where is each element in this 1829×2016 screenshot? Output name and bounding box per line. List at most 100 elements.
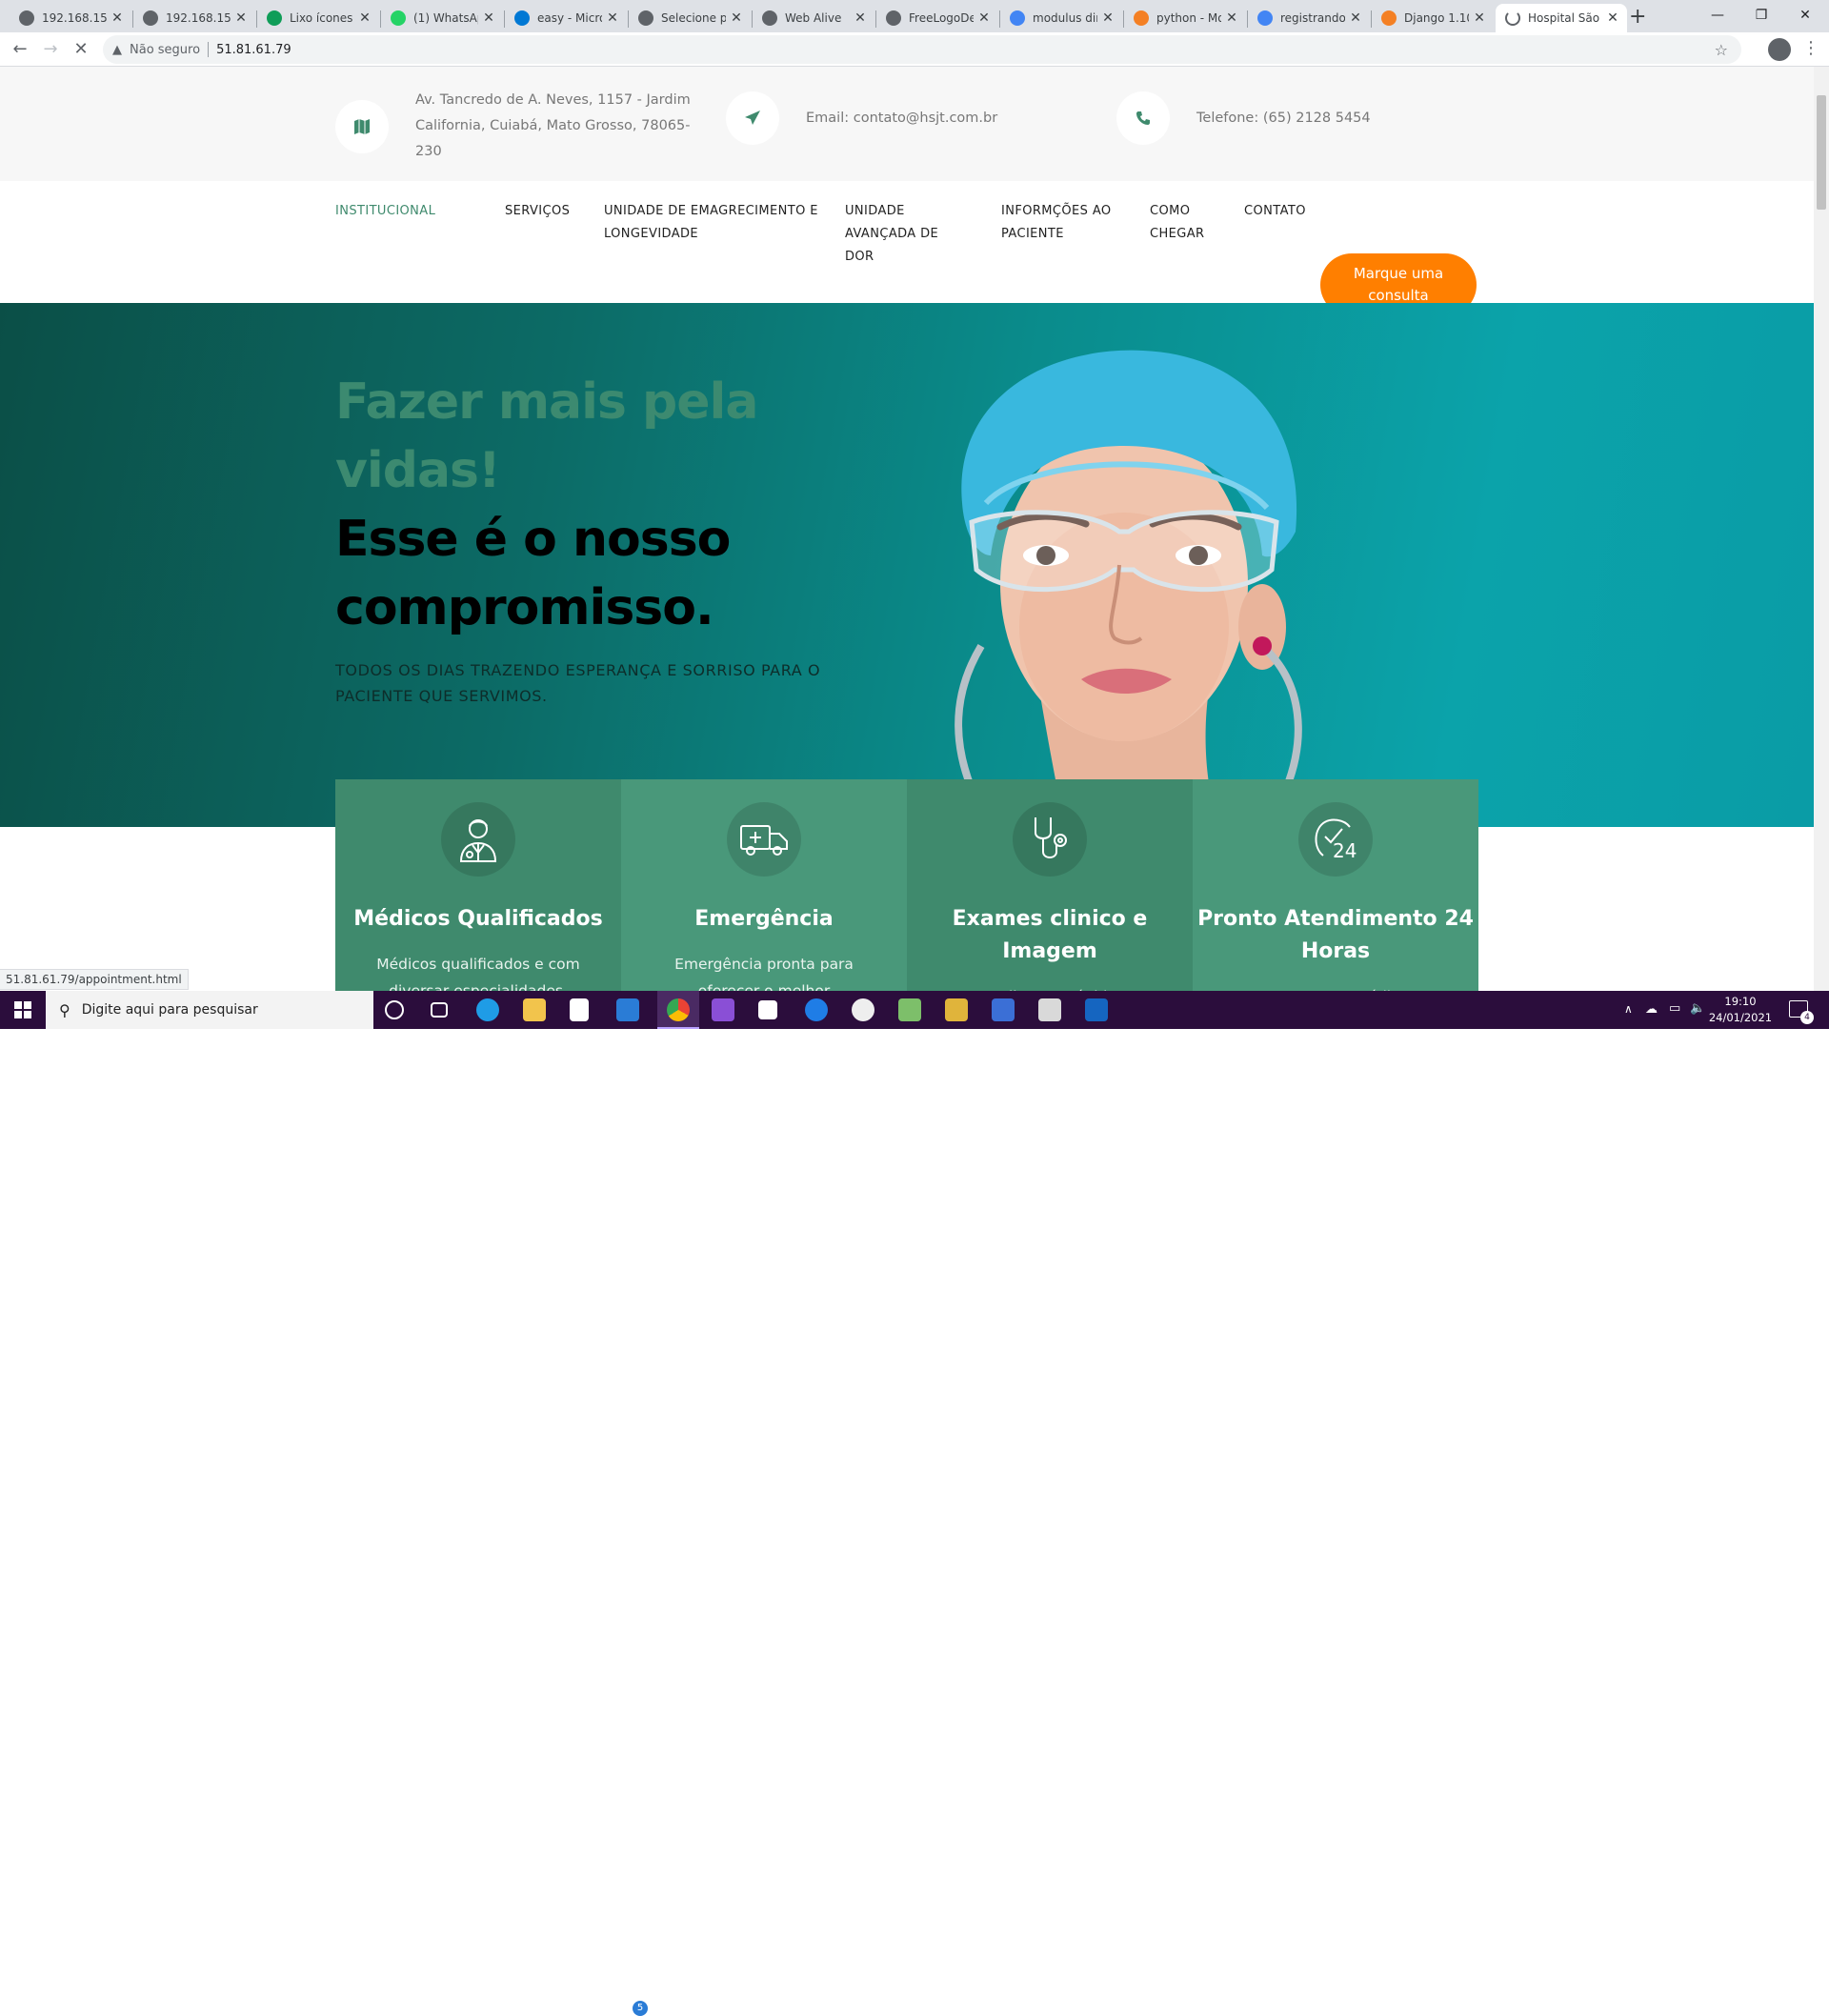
features-section: Médicos Qualificados Médicos qualificado… <box>335 779 1478 991</box>
feature-card[interactable]: Médicos Qualificados Médicos qualificado… <box>335 779 621 991</box>
package-icon[interactable] <box>758 1000 777 1019</box>
browser-tab[interactable]: modulus din ✕ <box>1000 4 1122 32</box>
app-icon[interactable] <box>1038 998 1061 1021</box>
nav-item-informacoes[interactable]: INFORMÇÕES AO PACIENTE <box>1001 200 1125 246</box>
globe-icon <box>143 10 158 26</box>
new-tab-button[interactable]: + <box>1629 5 1646 29</box>
nav-item-dor[interactable]: UNIDADE AVANÇADA DE DOR <box>845 200 969 269</box>
app-icon[interactable] <box>992 998 1015 1021</box>
loading-icon <box>1505 10 1520 26</box>
forward-button[interactable]: → <box>39 38 62 61</box>
nav-item-como-chegar[interactable]: COMO CHEGAR <box>1150 200 1216 246</box>
close-tab-icon[interactable]: ✕ <box>1606 10 1619 26</box>
browser-tab[interactable]: python - Mo ✕ <box>1124 4 1246 32</box>
chevron-up-icon[interactable]: ∧ <box>1624 1002 1633 1016</box>
nav-item-emagrecimento[interactable]: UNIDADE DE EMAGRECIMENTO E LONGEVIDADE <box>604 200 823 246</box>
task-view-icon[interactable] <box>431 1002 448 1018</box>
azure-icon <box>514 10 530 26</box>
feature-card[interactable]: Emergência Emergência pronta para oferec… <box>621 779 907 991</box>
file-explorer-icon[interactable] <box>523 998 546 1021</box>
browser-tab[interactable]: (1) WhatsApp ✕ <box>381 4 503 32</box>
close-tab-icon[interactable]: ✕ <box>482 10 495 26</box>
phone-text[interactable]: Telefone: (65) 2128 5454 <box>1196 106 1371 131</box>
system-clock[interactable]: 19:10 24/01/2021 <box>1707 994 1774 1026</box>
chrome-taskbar-button[interactable] <box>657 991 699 1029</box>
store-icon[interactable] <box>570 998 589 1021</box>
outlook-icon[interactable] <box>1085 998 1108 1021</box>
close-tab-icon[interactable]: ✕ <box>111 10 124 26</box>
feature-card[interactable]: Exames clinico e Imagem Atendimento rápi… <box>907 779 1193 991</box>
app-icon[interactable] <box>852 998 874 1021</box>
visual-studio-icon[interactable] <box>712 998 734 1021</box>
back-button[interactable]: ← <box>9 38 31 61</box>
close-tab-icon[interactable]: ✕ <box>358 10 372 26</box>
notification-badge: 4 <box>1800 1011 1814 1024</box>
restore-button[interactable]: ❐ <box>1739 2 1783 29</box>
close-tab-icon[interactable]: ✕ <box>977 10 991 26</box>
tab-title: Web Alive <box>785 11 842 25</box>
close-tab-icon[interactable]: ✕ <box>1225 10 1238 26</box>
phone-info: Telefone: (65) 2128 5454 <box>1116 91 1371 145</box>
omnibox-divider <box>208 42 210 57</box>
bookmark-star-icon[interactable]: ☆ <box>1715 41 1728 59</box>
email-text[interactable]: Email: contato@hsjt.com.br <box>806 106 997 131</box>
close-window-button[interactable]: ✕ <box>1783 2 1827 29</box>
web-page: Av. Tancredo de A. Neves, 1157 - Jardim … <box>0 67 1814 991</box>
tab-title: 192.168.15.3 <box>42 11 107 25</box>
close-tab-icon[interactable]: ✕ <box>1473 10 1486 26</box>
cloud-icon[interactable]: ☁ <box>1645 1002 1658 1017</box>
browser-tab[interactable]: Django 1.10 ✕ <box>1372 4 1494 32</box>
windows-start-icon[interactable] <box>0 991 46 1029</box>
browser-tab[interactable]: 192.168.15.3 ✕ <box>10 4 131 32</box>
browser-tab[interactable]: Lixo ícones - ✕ <box>257 4 379 32</box>
tab-title: FreeLogoDe <box>909 11 974 25</box>
profile-avatar-icon[interactable] <box>1768 38 1791 61</box>
url-text[interactable]: 51.81.61.79 <box>216 43 291 57</box>
close-tab-icon[interactable]: ✕ <box>1101 10 1115 26</box>
ambulance-icon <box>727 802 801 877</box>
clock-date: 24/01/2021 <box>1708 1011 1773 1024</box>
browser-toolbar: ← → ✕ ▲ Não seguro 51.81.61.79 ☆ ⋮ <box>0 32 1829 67</box>
browser-tab[interactable]: easy - Micro ✕ <box>505 4 627 32</box>
stop-loading-button[interactable]: ✕ <box>70 38 92 61</box>
scrollbar-thumb[interactable] <box>1817 95 1826 210</box>
tab-title: Lixo ícones - <box>290 11 354 25</box>
close-tab-icon[interactable]: ✕ <box>606 10 619 26</box>
close-tab-icon[interactable]: ✕ <box>1349 10 1362 26</box>
browser-tab[interactable]: registrando ✕ <box>1248 4 1370 32</box>
close-tab-icon[interactable]: ✕ <box>234 10 248 26</box>
browser-tab[interactable]: Web Alive ✕ <box>753 4 874 32</box>
menu-kebab-icon[interactable]: ⋮ <box>1802 38 1819 58</box>
minimize-button[interactable]: — <box>1696 2 1739 29</box>
search-placeholder: Digite aqui para pesquisar <box>81 1002 258 1018</box>
volume-icon[interactable]: 🔈 <box>1690 1001 1705 1016</box>
address-bar[interactable]: ▲ Não seguro 51.81.61.79 ☆ <box>103 35 1741 64</box>
close-tab-icon[interactable]: ✕ <box>730 10 743 26</box>
network-icon[interactable]: ▭ <box>1669 1001 1680 1016</box>
warning-icon: ▲ <box>112 42 122 57</box>
cortana-icon[interactable] <box>385 1000 404 1019</box>
app-icon[interactable] <box>945 998 968 1021</box>
tab-title: registrando <box>1280 11 1345 25</box>
address-info: Av. Tancredo de A. Neves, 1157 - Jardim … <box>335 88 701 165</box>
browser-tab[interactable]: Hospital São ✕ <box>1496 4 1627 32</box>
app-icon[interactable] <box>898 998 921 1021</box>
nav-item-contato[interactable]: CONTATO <box>1244 200 1320 223</box>
feature-card[interactable]: 24 Pronto Atendimento 24 Horas Sempre te… <box>1193 779 1478 991</box>
nav-item-servicos[interactable]: SERVIÇOS <box>505 200 591 223</box>
close-tab-icon[interactable]: ✕ <box>854 10 867 26</box>
taskbar-search-input[interactable]: ⚲ Digite aqui para pesquisar <box>46 991 373 1029</box>
tab-title: python - Mo <box>1156 11 1221 25</box>
browser-tab[interactable]: Selecione p ✕ <box>629 4 751 32</box>
sheets-icon <box>267 10 282 26</box>
mail-icon[interactable] <box>616 998 639 1021</box>
whatsapp-icon <box>391 10 406 26</box>
phone-icon <box>1116 91 1170 145</box>
feature-description: Médicos qualificados e com diversar espe… <box>376 956 580 991</box>
edge-icon[interactable] <box>476 998 499 1021</box>
feature-description: Sempre temos médicos e <box>1221 983 1450 991</box>
browser-tab[interactable]: FreeLogoDe ✕ <box>876 4 998 32</box>
browser-tab[interactable]: 192.168.15.3✕ <box>133 4 255 32</box>
teamviewer-icon[interactable] <box>805 998 828 1021</box>
nav-item-institucional[interactable]: INSTITUCIONAL <box>335 200 450 223</box>
